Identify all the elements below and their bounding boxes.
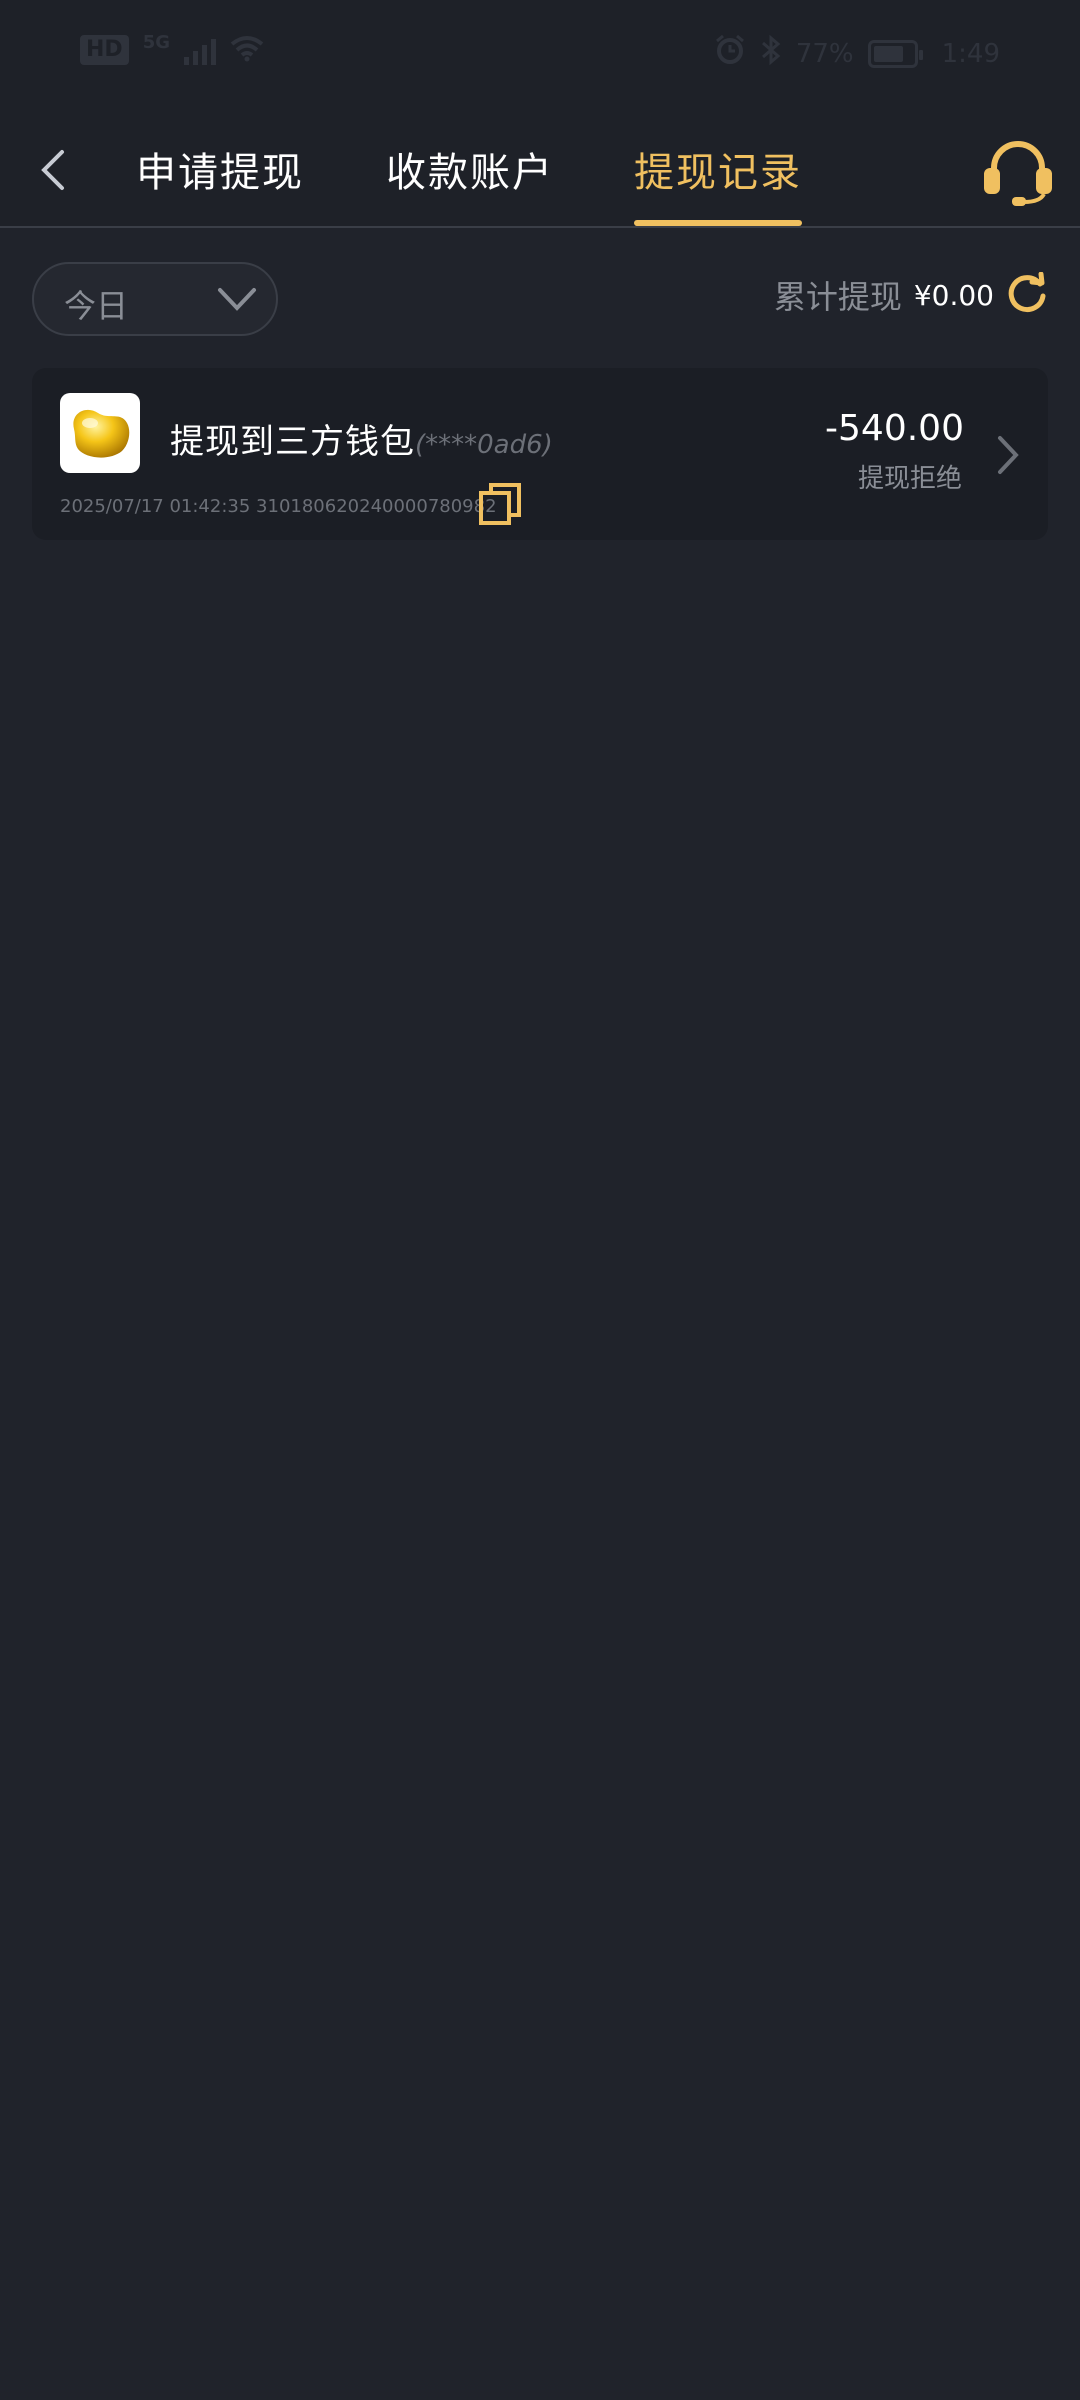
header-tabs: 申请提现 收款账户 提现记录	[0, 110, 1080, 228]
wallet-logo	[60, 393, 140, 473]
battery-percent: 77%	[795, 38, 854, 69]
hd-icon: HD	[80, 35, 129, 65]
chevron-down-icon	[218, 288, 256, 311]
record-amount: -540.00	[825, 408, 964, 449]
record-account: (****0ad6)	[415, 430, 553, 460]
refresh-button[interactable]	[1006, 271, 1048, 318]
tab-label: 收款账户	[386, 150, 554, 196]
wifi-icon	[230, 34, 264, 66]
tab-receiving-account[interactable]: 收款账户	[386, 140, 554, 228]
battery-fill	[873, 45, 903, 62]
total-withdraw-label: 累计提现	[773, 278, 902, 316]
record-order-number: 3101806202400007809​82	[256, 496, 497, 517]
tab-label: 申请提现	[136, 150, 304, 196]
status-right: 77% 1:49	[714, 34, 1000, 73]
signal-icon	[184, 35, 216, 65]
tab-label: 提现记录	[634, 150, 802, 196]
alarm-icon	[714, 34, 746, 73]
chevron-right-icon	[998, 436, 1019, 474]
tab-apply-withdraw[interactable]: 申请提现	[136, 140, 304, 228]
bluetooth-icon	[760, 34, 782, 73]
withdraw-records-page: HD 5G 77% 1:49 申请提现 收款账户 提现记录 今日 累计提现 ¥0…	[0, 0, 1080, 2400]
refresh-icon	[1008, 271, 1046, 313]
record-title-row: 提现到三方钱包(****0ad6)	[170, 414, 553, 463]
record-title: 提现到三方钱包	[170, 422, 415, 462]
chevron-left-icon	[41, 150, 64, 190]
total-withdraw-value: ¥0.00	[913, 278, 994, 312]
status-left: HD 5G	[80, 31, 264, 66]
back-button[interactable]	[22, 140, 82, 200]
active-tab-indicator	[634, 220, 802, 226]
date-filter-dropdown[interactable]: 今日	[32, 262, 278, 336]
clock: 1:49	[941, 38, 1000, 69]
withdraw-record-item[interactable]: 提现到三方钱包(****0ad6) 2025/07/17 01:42:35 31…	[32, 368, 1048, 540]
total-withdraw-summary: 累计提现 ¥0.00	[773, 271, 1048, 318]
network-type-label: 5G	[142, 31, 170, 53]
tab-withdraw-records[interactable]: 提现记录	[634, 140, 802, 228]
customer-service-button[interactable]	[980, 136, 1056, 206]
battery-icon	[867, 39, 923, 68]
headset-icon	[984, 141, 1052, 206]
copy-icon	[479, 483, 521, 525]
date-filter-label: 今日	[64, 287, 129, 325]
record-status: 提现拒绝	[857, 464, 962, 494]
record-meta: 2025/07/17 01:42:35 3101806202400007809​…	[60, 496, 497, 517]
status-bar: HD 5G 77% 1:49	[0, 0, 1080, 110]
record-datetime: 2025/07/17 01:42:35	[60, 496, 251, 517]
copy-order-button[interactable]	[478, 482, 522, 526]
